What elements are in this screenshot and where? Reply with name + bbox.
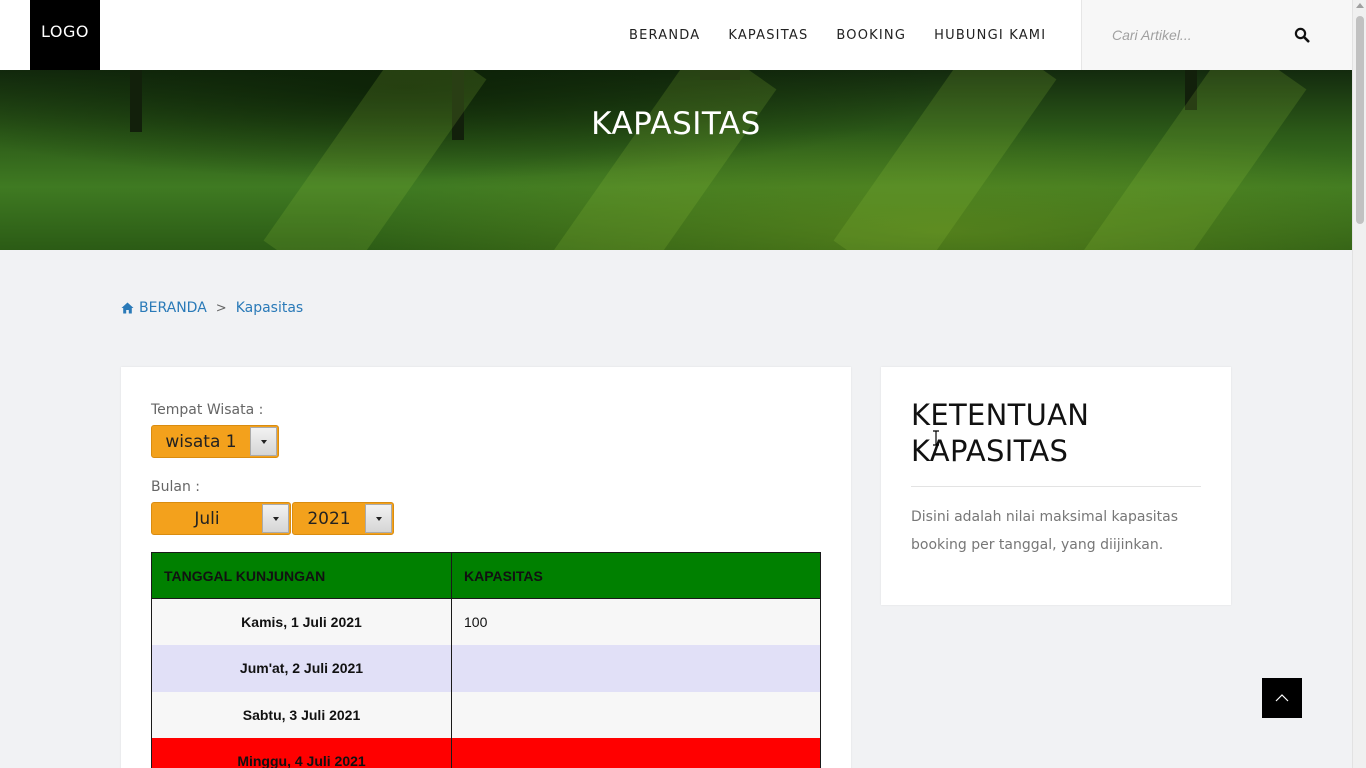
site-logo[interactable]: LOGO	[30, 0, 100, 70]
nav-booking[interactable]: BOOKING	[836, 28, 906, 43]
table-row: Jum'at, 2 Juli 2021	[151, 645, 821, 692]
search-box	[1081, 0, 1352, 70]
visit-date: Kamis, 1 Juli 2021	[151, 598, 452, 645]
capacity-table: TANGGAL KUNJUNGAN KAPASITAS Kamis, 1 Jul…	[151, 552, 821, 768]
column-header-date: TANGGAL KUNJUNGAN	[151, 552, 452, 599]
month-select[interactable]: Juli	[151, 502, 291, 535]
breadcrumb-home-link[interactable]: BERANDA	[139, 300, 207, 316]
top-header: LOGO BERANDA KAPASITAS BOOKING HUBUNGI K…	[0, 0, 1352, 70]
capacity-value	[451, 691, 821, 738]
table-header-row: TANGGAL KUNJUNGAN KAPASITAS	[151, 552, 821, 599]
breadcrumb: BERANDA > Kapasitas	[121, 300, 303, 316]
chevron-up-icon	[1275, 694, 1289, 702]
sidebar-divider	[911, 486, 1201, 487]
search-input[interactable]	[1112, 22, 1282, 48]
scroll-up-arrow-icon[interactable]	[1356, 3, 1364, 8]
capacity-card: Tempat Wisata : wisata 1 Bulan : Juli 20…	[121, 367, 851, 768]
sidebar-text: Disini adalah nilai maksimal kapasitas b…	[911, 509, 1178, 553]
page-title: KAPASITAS	[591, 106, 761, 142]
rules-sidebar: KETENTUAN KAPASITAS Disini adalah nilai …	[881, 367, 1231, 605]
visit-date: Jum'at, 2 Juli 2021	[151, 645, 452, 692]
capacity-value	[451, 738, 821, 768]
year-select[interactable]: 2021	[292, 502, 394, 535]
table-row: Kamis, 1 Juli 2021 100	[151, 598, 821, 645]
scrollbar-thumb[interactable]	[1356, 16, 1364, 224]
visit-date: Sabtu, 3 Juli 2021	[151, 691, 452, 738]
home-icon	[121, 302, 134, 314]
sidebar-title: KETENTUAN KAPASITAS	[911, 398, 1090, 468]
nav-beranda[interactable]: BERANDA	[629, 28, 700, 43]
table-row: Sabtu, 3 Juli 2021	[151, 691, 821, 738]
breadcrumb-separator: >	[215, 300, 227, 316]
place-label: Tempat Wisata :	[151, 402, 264, 418]
page-scrollbar[interactable]	[1352, 0, 1366, 768]
nav-hubungi-kami[interactable]: HUBUNGI KAMI	[934, 28, 1046, 43]
search-icon[interactable]	[1294, 27, 1310, 43]
hero-banner: KAPASITAS	[0, 70, 1352, 250]
light-stripe	[833, 70, 1057, 250]
main-nav: BERANDA KAPASITAS BOOKING HUBUNGI KAMI	[615, 0, 1060, 70]
place-select-value: wisata 1	[165, 431, 237, 452]
light-stripe	[263, 70, 487, 250]
table-row: Minggu, 4 Juli 2021	[151, 738, 821, 768]
light-stripe	[1083, 70, 1307, 250]
light-stripe	[553, 70, 777, 250]
nav-kapasitas[interactable]: KAPASITAS	[728, 28, 808, 43]
text-cursor-icon	[933, 430, 939, 446]
month-label: Bulan :	[151, 479, 200, 495]
visit-date: Minggu, 4 Juli 2021	[151, 738, 452, 768]
capacity-value: 100	[451, 598, 821, 645]
column-header-capacity: KAPASITAS	[451, 552, 821, 599]
place-select[interactable]: wisata 1	[151, 425, 279, 458]
year-select-value: 2021	[307, 508, 351, 529]
month-select-value: Juli	[194, 508, 220, 529]
capacity-value	[451, 645, 821, 692]
chevron-down-icon[interactable]	[262, 504, 289, 533]
chevron-down-icon[interactable]	[365, 504, 392, 533]
breadcrumb-current[interactable]: Kapasitas	[236, 300, 304, 316]
chevron-down-icon[interactable]	[250, 427, 277, 456]
back-to-top-button[interactable]	[1262, 678, 1302, 718]
